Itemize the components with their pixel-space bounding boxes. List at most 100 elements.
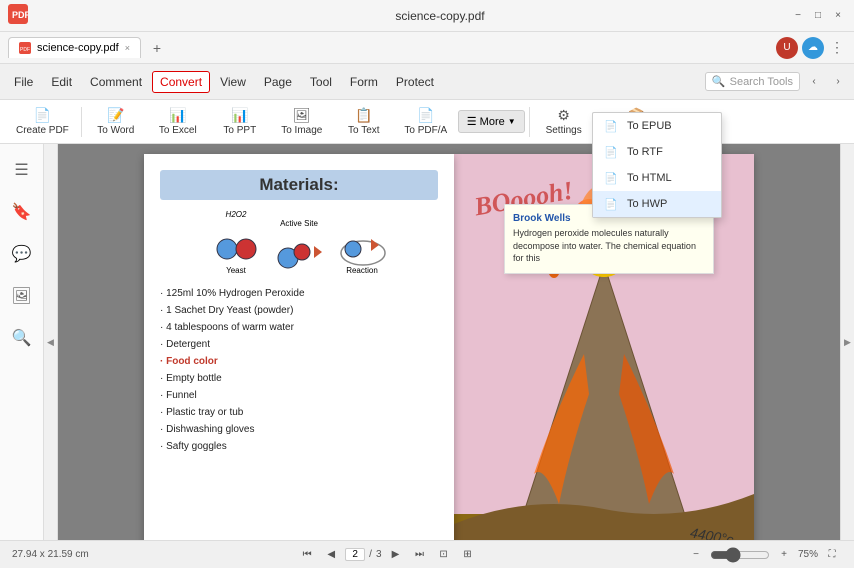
list-item: · Empty bottle bbox=[160, 370, 438, 387]
pdf-tab-icon: PDF bbox=[19, 42, 31, 54]
sidebar-collapse-arrow[interactable]: ◀ bbox=[44, 144, 58, 540]
list-item: · Detergent bbox=[160, 336, 438, 353]
to-word-button[interactable]: 📝 To Word bbox=[86, 104, 146, 139]
settings-label: Settings bbox=[546, 125, 582, 136]
user-icon[interactable]: U bbox=[776, 37, 798, 59]
fit-width-button[interactable]: ⊞ bbox=[458, 545, 478, 565]
sidebar-comment-button[interactable]: 💬 bbox=[4, 236, 40, 272]
menu-file[interactable]: File bbox=[6, 71, 41, 93]
menu-convert[interactable]: Convert bbox=[152, 71, 210, 93]
hwp-icon: 📄 bbox=[603, 196, 619, 212]
page-separator: / bbox=[369, 549, 372, 560]
right-sidebar-collapse[interactable]: ▶ bbox=[840, 144, 854, 540]
search-tools-input[interactable]: 🔍 Search Tools bbox=[705, 72, 800, 91]
sidebar-bookmark-button[interactable]: 🔖 bbox=[4, 194, 40, 230]
html-label: To HTML bbox=[627, 172, 672, 184]
more-button[interactable]: ☰ More ▼ bbox=[458, 110, 525, 133]
zoom-slider[interactable] bbox=[710, 547, 770, 563]
list-item: · Funnel bbox=[160, 387, 438, 404]
menu-edit[interactable]: Edit bbox=[43, 71, 80, 93]
minimize-button[interactable]: − bbox=[790, 8, 806, 24]
hwp-label: To HWP bbox=[627, 198, 667, 210]
to-excel-button[interactable]: 📊 To Excel bbox=[148, 104, 208, 139]
to-text-button[interactable]: 📋 To Text bbox=[334, 104, 394, 139]
nav-back-button[interactable]: ‹ bbox=[804, 72, 824, 92]
list-item: · 1 Sachet Dry Yeast (powder) bbox=[160, 302, 438, 319]
to-image-button[interactable]: 🖼 To Image bbox=[272, 104, 332, 139]
more-icon: ☰ bbox=[467, 115, 477, 128]
zoom-out-button[interactable]: − bbox=[686, 545, 706, 565]
app-icon: PDF bbox=[8, 4, 28, 27]
menu-tool[interactable]: Tool bbox=[302, 71, 340, 93]
page-dimensions: 27.94 x 21.59 cm bbox=[12, 549, 89, 560]
to-image-label: To Image bbox=[281, 125, 322, 136]
status-bar: 27.94 x 21.59 cm ⏮ ◀ / 3 ▶ ⏭ ⊡ ⊞ − + 75%… bbox=[0, 540, 854, 568]
tab-bar: PDF science-copy.pdf × + U ☁ ⋮ bbox=[0, 32, 854, 64]
page-navigation: ⏮ ◀ / 3 ▶ ⏭ ⊡ ⊞ bbox=[97, 545, 678, 565]
list-item: · Safty goggles bbox=[160, 438, 438, 455]
menu-comment[interactable]: Comment bbox=[82, 71, 150, 93]
dropdown-item-html[interactable]: 📄 To HTML bbox=[593, 165, 721, 191]
epub-label: To EPUB bbox=[627, 120, 672, 132]
rtf-label: To RTF bbox=[627, 146, 663, 158]
list-item: · 125ml 10% Hydrogen Peroxide bbox=[160, 285, 438, 302]
first-page-button[interactable]: ⏮ bbox=[297, 545, 317, 565]
menu-page[interactable]: Page bbox=[256, 71, 300, 93]
settings-button[interactable]: ⚙ Settings bbox=[534, 104, 594, 139]
zoom-in-button[interactable]: + bbox=[774, 545, 794, 565]
epub-icon: 📄 bbox=[603, 118, 619, 134]
close-button[interactable]: × bbox=[830, 8, 846, 24]
materials-header: Materials: bbox=[160, 170, 438, 200]
popup-text: Hydrogen peroxide molecules naturally de… bbox=[513, 227, 705, 265]
title-bar: PDF science-copy.pdf − □ × bbox=[0, 0, 854, 32]
dropdown-item-epub[interactable]: 📄 To EPUB bbox=[593, 113, 721, 139]
pdf-view-area[interactable]: Materials: H2O2 Yeast Active Site bbox=[58, 144, 840, 540]
menu-form[interactable]: Form bbox=[342, 71, 386, 93]
sidebar-search-button[interactable]: 🔍 bbox=[4, 320, 40, 356]
menu-protect[interactable]: Protect bbox=[388, 71, 442, 93]
last-page-button[interactable]: ⏭ bbox=[410, 545, 430, 565]
pdf-page: Materials: H2O2 Yeast Active Site bbox=[144, 154, 454, 540]
to-excel-icon: 📊 bbox=[169, 107, 186, 124]
fit-page-button[interactable]: ⊡ bbox=[434, 545, 454, 565]
prev-page-button[interactable]: ◀ bbox=[321, 545, 341, 565]
list-item: · 4 tablespoons of warm water bbox=[160, 319, 438, 336]
list-item: · Food color bbox=[160, 353, 438, 370]
h2o2-molecule-svg bbox=[209, 221, 264, 266]
active-site-svg bbox=[272, 230, 327, 275]
create-pdf-label: Create PDF bbox=[16, 125, 69, 136]
chevron-down-icon: ▼ bbox=[508, 117, 516, 126]
to-ppt-label: To PPT bbox=[223, 125, 256, 136]
create-pdf-icon: 📄 bbox=[34, 107, 51, 124]
menu-bar: File Edit Comment Convert View Page Tool… bbox=[0, 64, 854, 100]
h2o2-label: H2O2 bbox=[226, 210, 247, 219]
new-tab-button[interactable]: + bbox=[145, 36, 169, 60]
to-pdfa-button[interactable]: 📄 To PDF/A bbox=[396, 104, 456, 139]
dropdown-item-hwp[interactable]: 📄 To HWP bbox=[593, 191, 721, 217]
current-page-input[interactable] bbox=[345, 548, 365, 561]
reaction-svg bbox=[335, 221, 390, 266]
menu-view[interactable]: View bbox=[212, 71, 254, 93]
fit-screen-button[interactable]: ⛶ bbox=[822, 545, 842, 565]
materials-list: · 125ml 10% Hydrogen Peroxide · 1 Sachet… bbox=[160, 285, 438, 455]
more-dropdown: 📄 To EPUB 📄 To RTF 📄 To HTML 📄 To HWP bbox=[592, 112, 722, 218]
cloud-icon[interactable]: ☁ bbox=[802, 37, 824, 59]
to-word-label: To Word bbox=[97, 125, 134, 136]
total-pages: 3 bbox=[376, 549, 382, 560]
sidebar-panel-toggle[interactable]: ☰ bbox=[4, 152, 40, 188]
to-image-icon: 🖼 bbox=[293, 107, 311, 124]
to-ppt-button[interactable]: 📊 To PPT bbox=[210, 104, 270, 139]
sidebar-thumbnail-button[interactable]: 🖼 bbox=[4, 278, 40, 314]
tab-close-button[interactable]: × bbox=[125, 43, 130, 53]
to-excel-label: To Excel bbox=[159, 125, 197, 136]
maximize-button[interactable]: □ bbox=[810, 8, 826, 24]
reaction-label: Reaction bbox=[346, 266, 378, 275]
next-page-button[interactable]: ▶ bbox=[386, 545, 406, 565]
nav-fwd-button[interactable]: › bbox=[828, 72, 848, 92]
dropdown-item-rtf[interactable]: 📄 To RTF bbox=[593, 139, 721, 165]
rtf-icon: 📄 bbox=[603, 144, 619, 160]
tab-label: science-copy.pdf bbox=[37, 42, 119, 54]
create-pdf-button[interactable]: 📄 Create PDF bbox=[8, 104, 77, 139]
active-tab[interactable]: PDF science-copy.pdf × bbox=[8, 37, 141, 58]
more-options-icon[interactable]: ⋮ bbox=[828, 37, 846, 58]
